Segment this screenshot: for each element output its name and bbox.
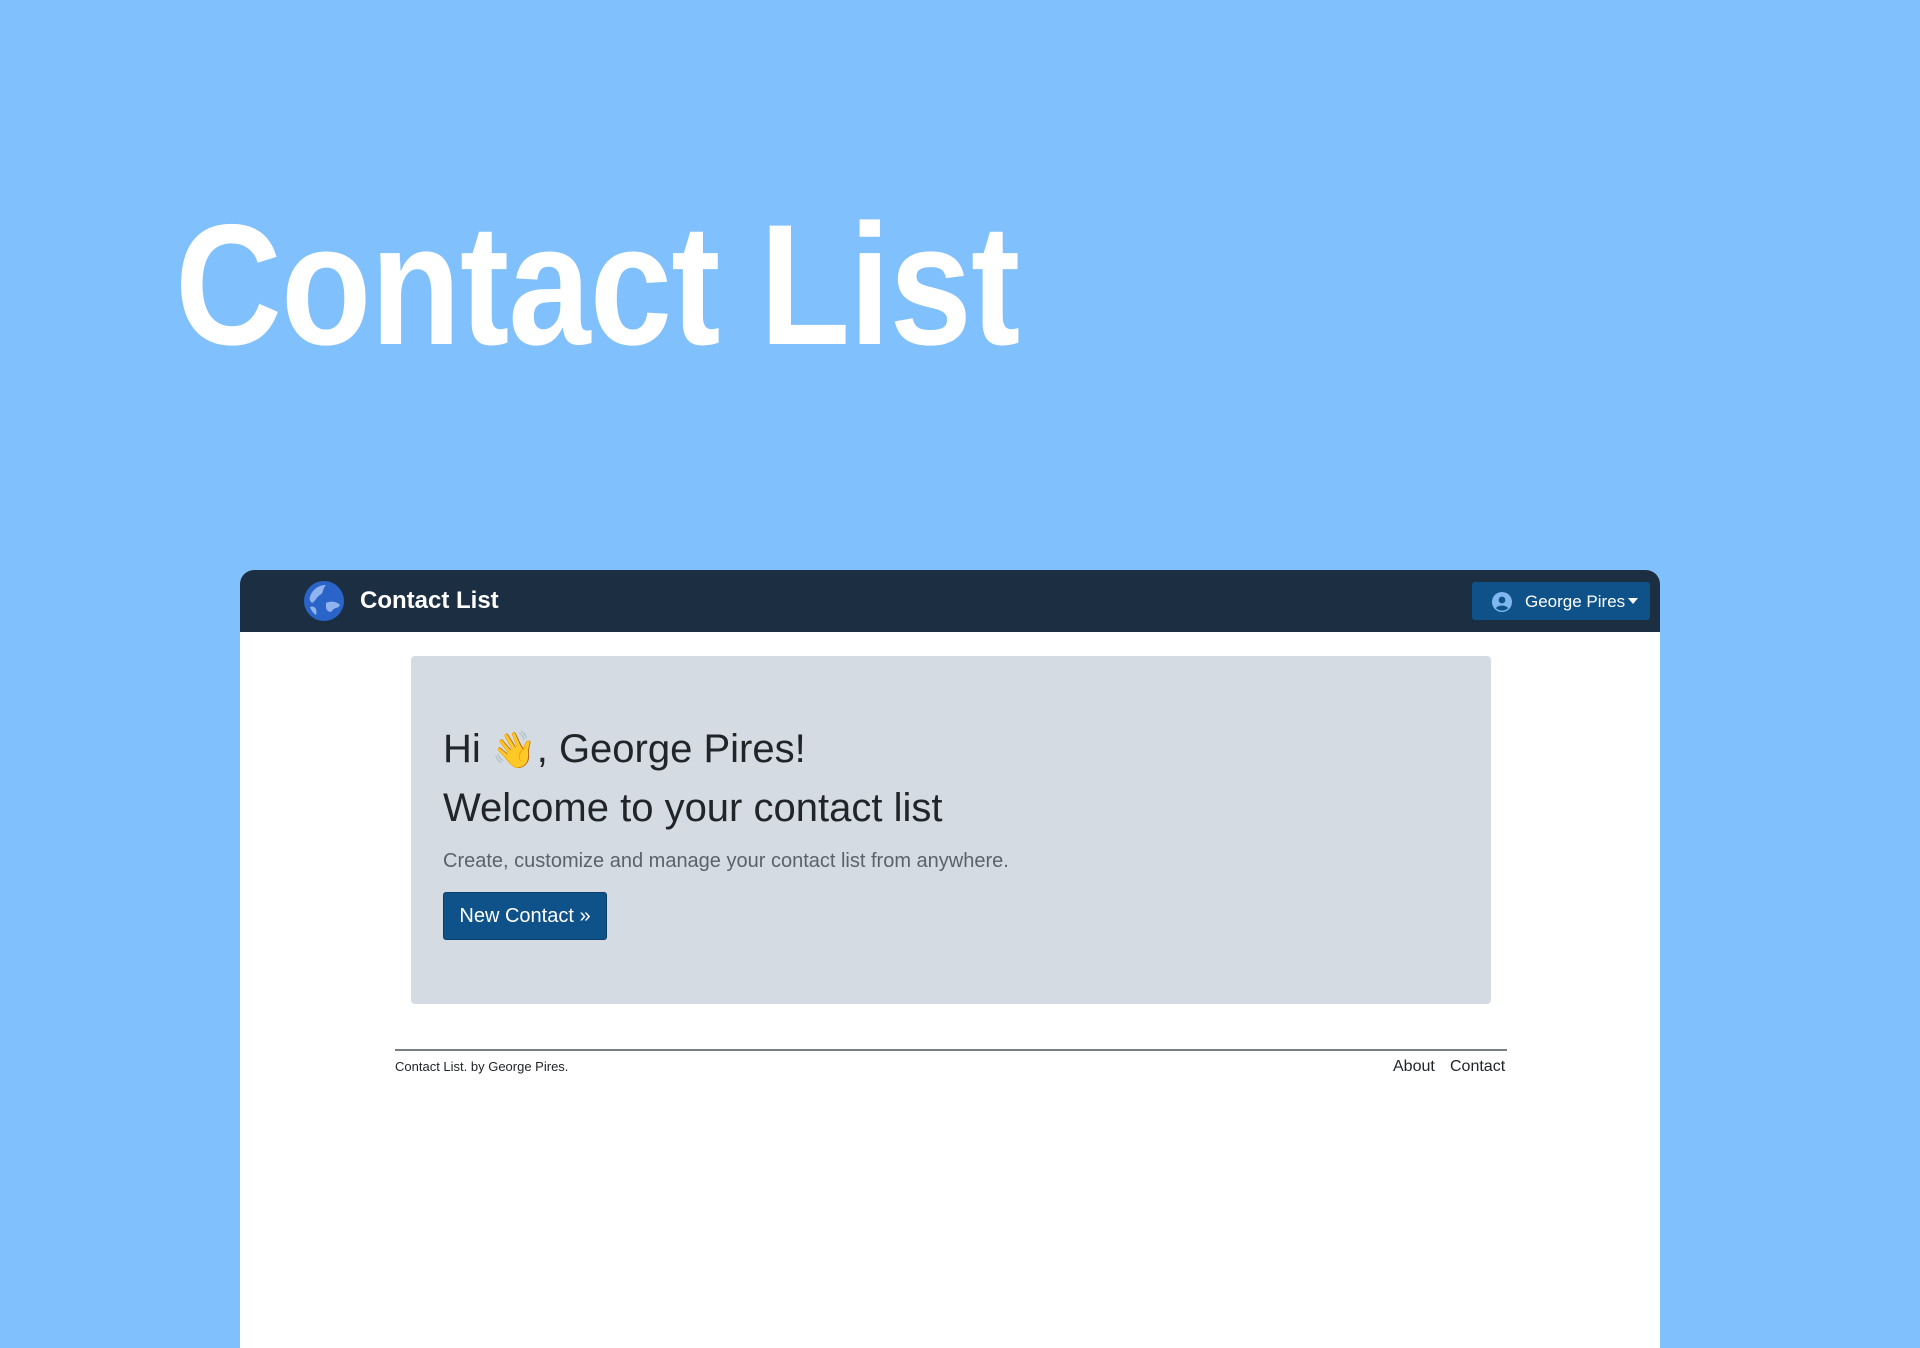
waving-hand-icon: 👋 xyxy=(491,730,537,771)
user-menu-dropdown[interactable]: George Pires xyxy=(1472,582,1650,620)
app-window: Contact List George Pires Hi 👋, George P… xyxy=(240,570,1660,1348)
globe-icon[interactable] xyxy=(304,581,344,621)
welcome-jumbotron: Hi 👋, George Pires! Welcome to your cont… xyxy=(411,656,1491,1004)
footer-divider xyxy=(395,1049,1507,1051)
footer-link-contact[interactable]: Contact xyxy=(1450,1058,1505,1076)
user-circle-icon xyxy=(1492,592,1512,612)
brand-name[interactable]: Contact List xyxy=(360,587,499,615)
greeting-suffix: , George Pires! xyxy=(536,727,806,771)
welcome-heading: Welcome to your contact list xyxy=(443,786,943,830)
new-contact-button[interactable]: New Contact » xyxy=(443,892,607,940)
greeting-prefix: Hi xyxy=(443,727,492,771)
hero-title: Contact List xyxy=(175,189,1020,381)
greeting-heading: Hi 👋, George Pires! xyxy=(443,720,806,780)
footer-credit: Contact List. by George Pires. xyxy=(395,1059,569,1074)
user-name: George Pires xyxy=(1525,592,1626,611)
caret-down-icon xyxy=(1628,598,1638,604)
lead-text: Create, customize and manage your contac… xyxy=(443,850,1009,872)
navbar: Contact List George Pires xyxy=(240,570,1660,632)
footer-link-about[interactable]: About xyxy=(1393,1058,1435,1076)
